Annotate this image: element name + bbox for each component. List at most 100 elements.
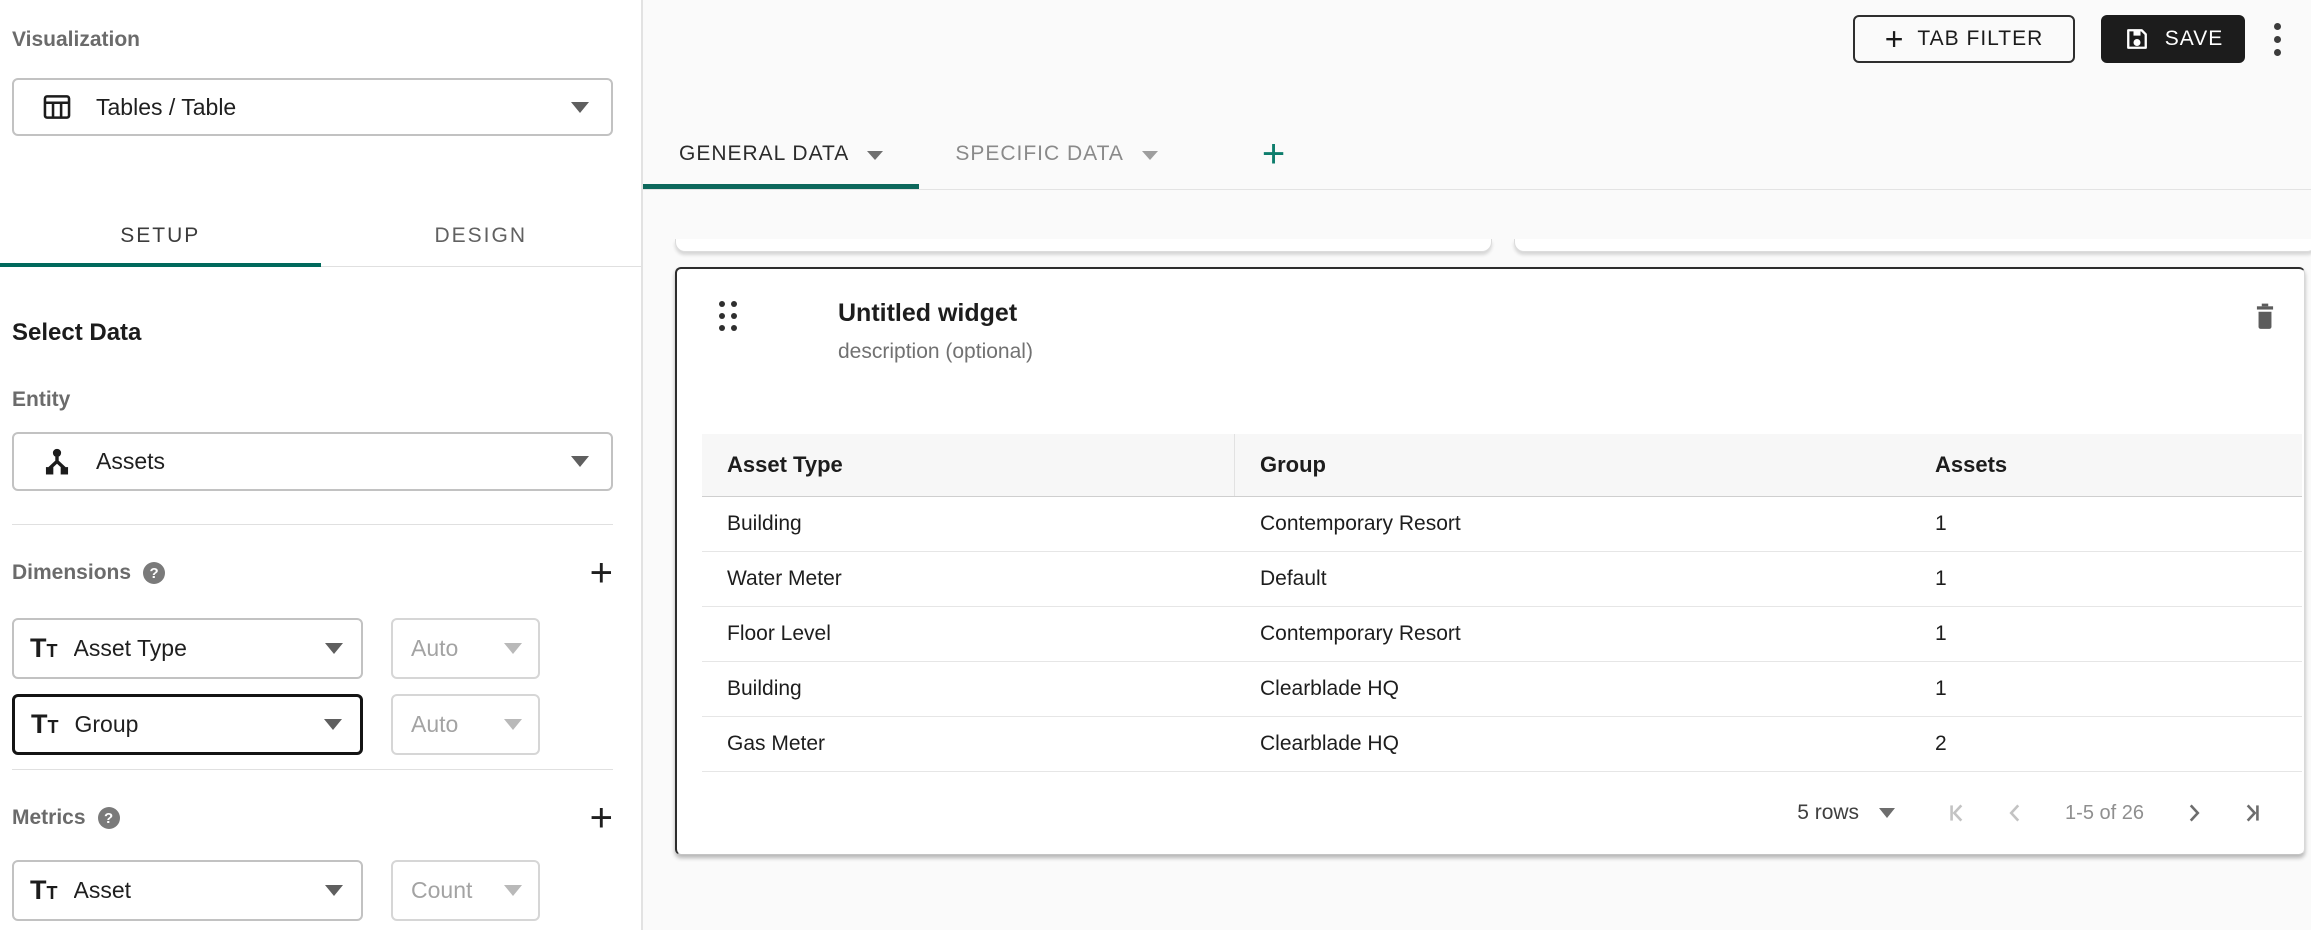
actions-bar: + TAB FILTER SAVE — [643, 0, 2311, 80]
text-field-type-icon: TT — [30, 633, 58, 664]
chevron-down-icon — [325, 885, 343, 896]
widget-table: Asset Type Group Assets Building Contemp… — [702, 434, 2302, 772]
assets-entity-icon — [40, 445, 74, 479]
metric-row: TT Asset Count — [12, 860, 613, 921]
drag-handle-icon[interactable] — [711, 299, 745, 333]
save-label: SAVE — [2165, 27, 2223, 51]
widget-titles: Untitled widget description (optional) — [838, 299, 1033, 364]
tab-filter-label: TAB FILTER — [1917, 27, 2043, 51]
collapsed-cards-row — [675, 239, 2305, 252]
data-tabs-bar: GENERAL DATA SPECIFIC DATA + — [643, 80, 2311, 190]
dimension-bucket-select[interactable]: Auto — [391, 694, 540, 755]
cell-group: Clearblade HQ — [1235, 662, 1910, 716]
dimension-field-select-focused[interactable]: TT Group — [12, 694, 363, 755]
table-row[interactable]: Floor Level Contemporary Resort 1 — [702, 607, 2302, 662]
table-row[interactable]: Water Meter Default 1 — [702, 552, 2302, 607]
select-data-heading: Select Data — [12, 319, 613, 347]
text-field-type-icon: TT — [31, 709, 59, 740]
widget-description[interactable]: description (optional) — [838, 340, 1033, 364]
metric-aggregation-value: Count — [411, 877, 504, 904]
help-icon[interactable]: ? — [98, 807, 120, 829]
config-sidebar: Visualization Tables / Table SETUP DESIG… — [0, 0, 643, 930]
cell-assets: 1 — [1910, 662, 2302, 716]
visualization-type-value: Tables / Table — [96, 94, 571, 121]
save-button[interactable]: SAVE — [2101, 15, 2245, 63]
save-icon — [2123, 25, 2151, 53]
dimension-field-value: Group — [75, 711, 325, 738]
dimension-bucket-value: Auto — [411, 635, 504, 662]
cell-group: Contemporary Resort — [1235, 497, 1910, 551]
visualization-type-select[interactable]: Tables / Table — [12, 78, 613, 136]
table-row[interactable]: Gas Meter Clearblade HQ 2 — [702, 717, 2302, 772]
dimension-bucket-select[interactable]: Auto — [391, 618, 540, 679]
column-header[interactable]: Assets — [1910, 434, 2302, 496]
first-page-button[interactable] — [1935, 791, 1979, 835]
collapsed-card-edge[interactable] — [1514, 239, 2311, 252]
trash-icon — [2252, 302, 2278, 330]
metric-field-select[interactable]: TT Asset — [12, 860, 363, 921]
rows-per-page-select[interactable]: 5 rows — [1797, 801, 1895, 825]
widget-title[interactable]: Untitled widget — [838, 299, 1033, 327]
delete-widget-button[interactable] — [2248, 299, 2282, 333]
table-row[interactable]: Building Clearblade HQ 1 — [702, 662, 2302, 717]
widget-card[interactable]: Untitled widget description (optional) — [675, 267, 2305, 855]
last-page-button[interactable] — [2230, 791, 2274, 835]
dimensions-header: Dimensions ? + — [12, 553, 613, 593]
metrics-header: Metrics ? + — [12, 798, 613, 838]
section-divider — [12, 769, 613, 770]
cell-assets: 1 — [1910, 552, 2302, 606]
column-header[interactable]: Group — [1235, 434, 1910, 496]
section-divider — [12, 524, 613, 525]
cell-asset-type: Gas Meter — [702, 717, 1235, 771]
tab-general-data-label: GENERAL DATA — [679, 142, 849, 166]
chevron-down-icon — [571, 102, 589, 113]
dimension-field-select[interactable]: TT Asset Type — [12, 618, 363, 679]
sidebar-tabs: SETUP DESIGN — [0, 206, 641, 267]
tab-content: Untitled widget description (optional) — [643, 190, 2311, 930]
cell-assets: 2 — [1910, 717, 2302, 771]
entity-label: Entity — [12, 388, 613, 412]
dimension-bucket-value: Auto — [411, 711, 504, 738]
cell-group: Contemporary Resort — [1235, 607, 1910, 661]
chevron-down-icon — [571, 456, 589, 467]
tab-specific-data[interactable]: SPECIFIC DATA — [919, 119, 1194, 189]
dashboard-editor: Visualization Tables / Table SETUP DESIG… — [0, 0, 2311, 930]
tab-setup[interactable]: SETUP — [0, 206, 321, 266]
tab-filter-button[interactable]: + TAB FILTER — [1853, 15, 2075, 63]
tab-design[interactable]: DESIGN — [321, 206, 642, 266]
widget-header: Untitled widget description (optional) — [677, 269, 2304, 364]
cell-asset-type: Water Meter — [702, 552, 1235, 606]
metric-aggregation-select[interactable]: Count — [391, 860, 540, 921]
cell-asset-type: Floor Level — [702, 607, 1235, 661]
next-page-button[interactable] — [2172, 791, 2216, 835]
cell-assets: 1 — [1910, 607, 2302, 661]
dimension-field-value: Asset Type — [74, 635, 326, 662]
table-header-row: Asset Type Group Assets — [702, 434, 2302, 497]
page-range-label: 1-5 of 26 — [2065, 802, 2144, 825]
help-icon[interactable]: ? — [143, 562, 165, 584]
cell-group: Default — [1235, 552, 1910, 606]
dimension-row: TT Group Auto — [12, 694, 613, 755]
add-data-tab-button[interactable]: + — [1242, 119, 1305, 189]
more-options-menu[interactable] — [2257, 15, 2297, 63]
cell-group: Clearblade HQ — [1235, 717, 1910, 771]
table-row[interactable]: Building Contemporary Resort 1 — [702, 497, 2302, 552]
cell-asset-type: Building — [702, 662, 1235, 716]
entity-value: Assets — [96, 448, 571, 475]
cell-asset-type: Building — [702, 497, 1235, 551]
chevron-down-icon — [504, 643, 522, 654]
tab-specific-data-label: SPECIFIC DATA — [955, 142, 1124, 166]
dimension-row: TT Asset Type Auto — [12, 618, 613, 679]
entity-select[interactable]: Assets — [12, 432, 613, 491]
plus-icon: + — [1885, 24, 1904, 54]
chevron-down-icon — [325, 643, 343, 654]
previous-page-button[interactable] — [1993, 791, 2037, 835]
column-header[interactable]: Asset Type — [702, 434, 1235, 496]
rows-per-page-value: 5 rows — [1797, 801, 1859, 825]
add-metric-button[interactable]: + — [590, 803, 613, 833]
add-dimension-button[interactable]: + — [590, 558, 613, 588]
active-tab-indicator — [0, 263, 321, 267]
tab-general-data[interactable]: GENERAL DATA — [643, 119, 919, 189]
chevron-down-icon — [324, 719, 342, 730]
collapsed-card-edge[interactable] — [675, 239, 1492, 252]
